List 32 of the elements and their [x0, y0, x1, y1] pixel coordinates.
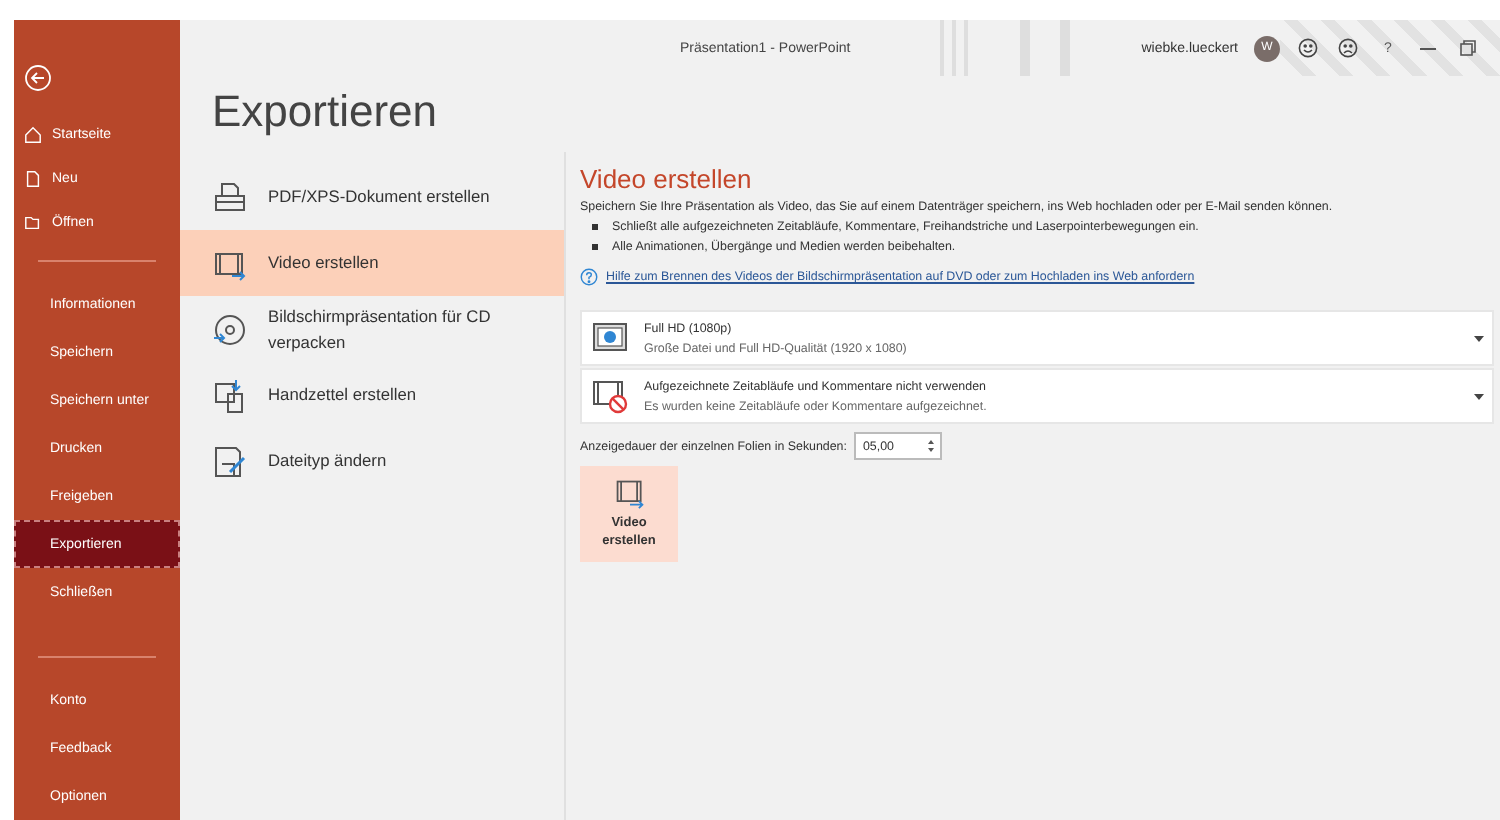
export-option[interactable]: Handzettel erstellen [180, 362, 564, 428]
bullet-icon [592, 224, 598, 230]
spinner-icon [928, 438, 935, 454]
page-title: Exportieren [212, 84, 440, 140]
export-option[interactable]: Video erstellen [180, 230, 564, 296]
back-button[interactable] [24, 64, 56, 96]
smile-icon [1298, 38, 1318, 58]
handout-icon [212, 377, 248, 413]
section-title: Video erstellen [580, 164, 754, 194]
monitor-icon [592, 322, 628, 354]
caret-icon [1474, 393, 1484, 399]
smile-button[interactable] [1296, 36, 1320, 60]
disc-icon [212, 311, 248, 347]
printer-icon [212, 179, 248, 215]
help-icon [580, 268, 598, 286]
film-blocked-icon [592, 378, 628, 414]
file-edit-icon [212, 443, 248, 479]
export-option[interactable]: Dateityp ändern [180, 428, 564, 494]
frown-icon [1338, 38, 1358, 58]
home-icon [24, 125, 42, 143]
restore-button[interactable] [1456, 36, 1480, 60]
frown-button[interactable] [1336, 36, 1360, 60]
minimize-icon [1420, 47, 1436, 49]
restore-icon [1460, 40, 1476, 56]
export-option[interactable]: PDF/XPS-Dokument erstellen [180, 164, 564, 230]
caret-icon [1474, 335, 1484, 341]
bullet-icon [592, 244, 598, 250]
film-arrow-icon [613, 478, 645, 511]
export-option[interactable]: Bildschirmpräsentation für CD verpacken [180, 296, 564, 362]
document-icon [24, 169, 42, 187]
folder-icon [24, 213, 42, 231]
back-icon [24, 64, 52, 92]
